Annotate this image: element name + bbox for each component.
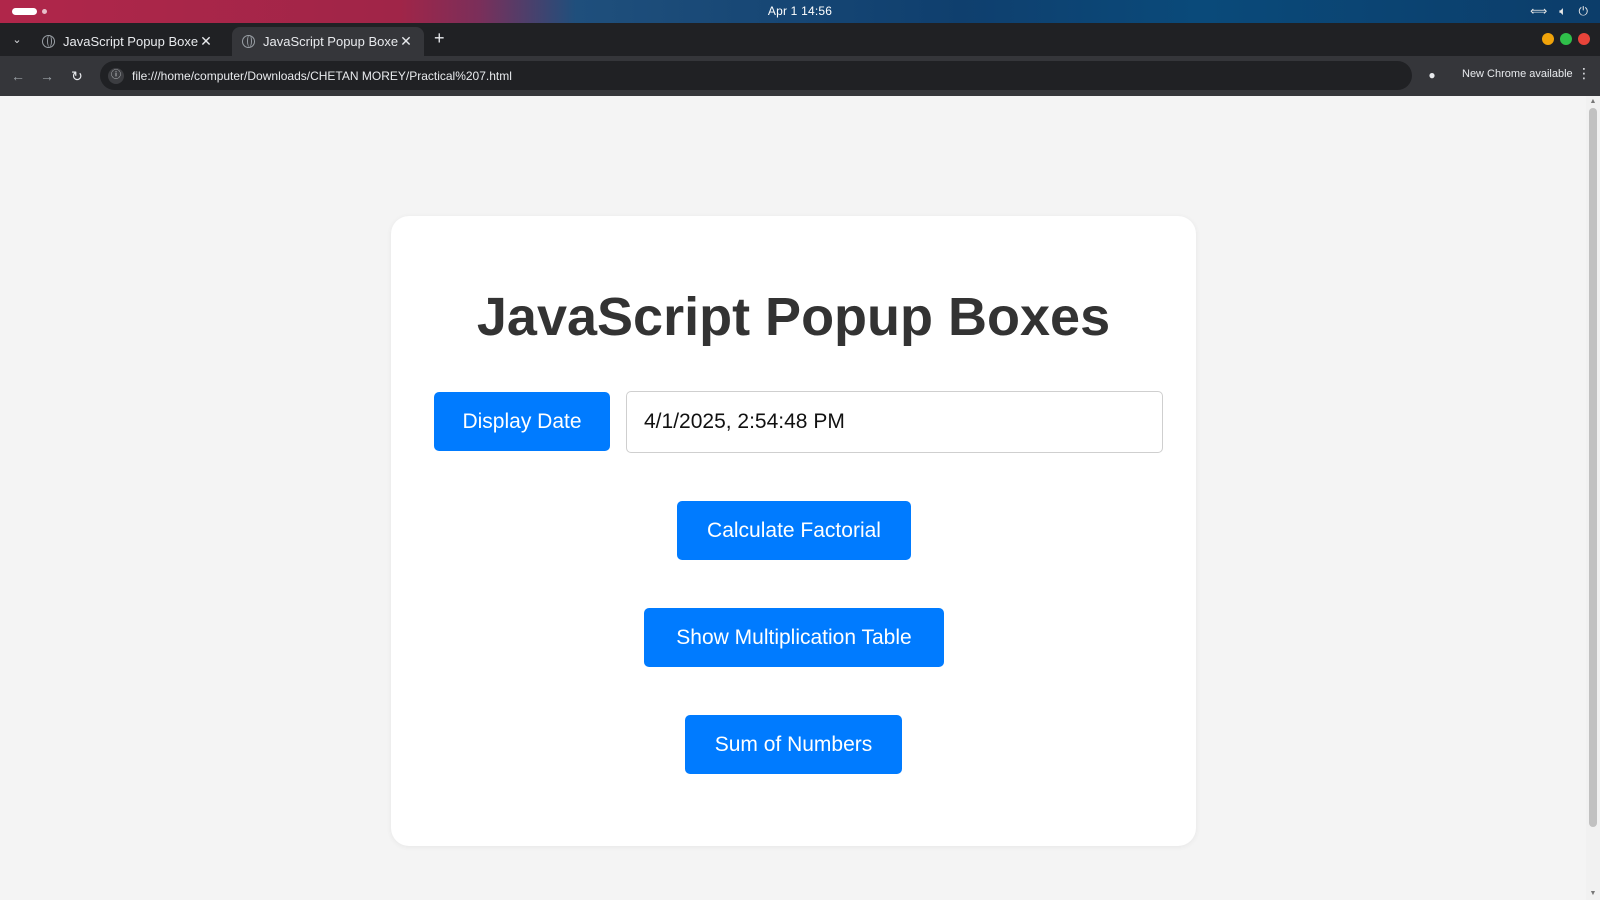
system-clock[interactable]: Apr 1 14:56 xyxy=(0,4,1600,18)
browser-toolbar: ← → ↻ ⓘ file:///home/computer/Downloads/… xyxy=(0,56,1600,96)
close-window-button[interactable] xyxy=(1578,33,1590,45)
forward-icon[interactable]: → xyxy=(38,67,56,85)
date-output-field[interactable] xyxy=(626,391,1163,453)
scroll-down-icon[interactable]: ▼ xyxy=(1589,890,1597,898)
display-date-button[interactable]: Display Date xyxy=(434,392,610,451)
network-icon: ⟺ xyxy=(1530,4,1548,18)
profile-icon[interactable]: ● xyxy=(1424,67,1440,83)
update-notice[interactable]: New Chrome available xyxy=(1462,68,1573,80)
power-icon: ⏻ xyxy=(1578,4,1589,18)
tab-title: JavaScript Popup Boxes xyxy=(263,34,398,49)
tab-strip: ⌄ JavaScript Popup Boxes ✕ JavaScript Po… xyxy=(0,23,1600,56)
maximize-button[interactable] xyxy=(1560,33,1572,45)
vertical-scrollbar[interactable]: ▲ ▼ xyxy=(1586,96,1600,900)
multiplication-table-button[interactable]: Show Multiplication Table xyxy=(644,608,944,667)
back-icon[interactable]: ← xyxy=(9,67,27,85)
calculate-factorial-button[interactable]: Calculate Factorial xyxy=(677,501,911,560)
volume-icon: 🔈︎ xyxy=(1559,4,1567,18)
kebab-menu-icon[interactable]: ⋮ xyxy=(1577,65,1591,82)
plus-icon[interactable]: + xyxy=(434,29,445,47)
window-controls xyxy=(1542,33,1590,45)
system-tray[interactable]: ⟺ 🔈︎ ⏻ xyxy=(1530,4,1588,19)
globe-icon xyxy=(42,35,55,48)
globe-icon xyxy=(242,35,255,48)
close-icon[interactable]: ✕ xyxy=(398,33,414,50)
os-top-bar: Apr 1 14:56 ⟺ 🔈︎ ⏻ xyxy=(0,0,1600,23)
scroll-up-icon[interactable]: ▲ xyxy=(1589,98,1597,106)
page-viewport: JavaScript Popup Boxes Display Date Calc… xyxy=(0,96,1600,900)
address-bar[interactable]: ⓘ file:///home/computer/Downloads/CHETAN… xyxy=(100,61,1412,90)
page-title: JavaScript Popup Boxes xyxy=(476,287,1111,347)
scroll-thumb[interactable] xyxy=(1589,108,1597,827)
sum-of-numbers-button[interactable]: Sum of Numbers xyxy=(685,715,902,774)
reload-icon[interactable]: ↻ xyxy=(68,67,86,85)
tab-1[interactable]: JavaScript Popup Boxes ✕ xyxy=(32,27,224,56)
site-info-icon[interactable]: ⓘ xyxy=(108,67,124,84)
tab-search-icon[interactable]: ⌄ xyxy=(8,31,26,49)
minimize-button[interactable] xyxy=(1542,33,1554,45)
tab-title: JavaScript Popup Boxes xyxy=(63,34,198,49)
main-card: JavaScript Popup Boxes Display Date Calc… xyxy=(391,216,1196,846)
url-text: file:///home/computer/Downloads/CHETAN M… xyxy=(132,68,512,83)
tab-2-active[interactable]: JavaScript Popup Boxes ✕ xyxy=(232,27,424,56)
close-icon[interactable]: ✕ xyxy=(198,33,214,50)
